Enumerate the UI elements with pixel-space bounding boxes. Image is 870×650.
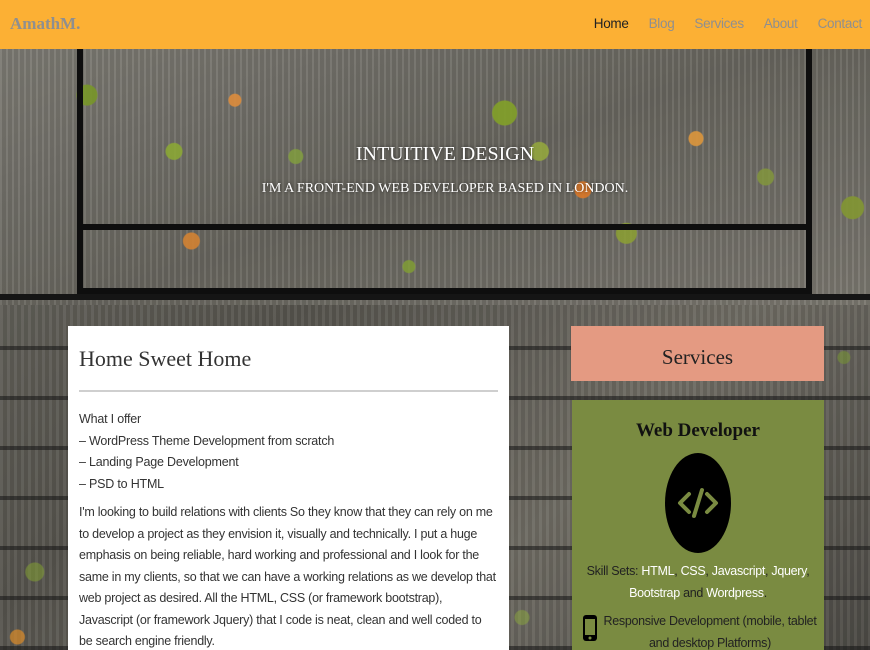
- skill-link[interactable]: HTML: [641, 564, 674, 578]
- intro-paragraph: I'm looking to build relations with clie…: [79, 505, 496, 648]
- main-content-card: Home Sweet Home What I offer – WordPress…: [68, 326, 509, 650]
- offer-item: – Landing Page Development: [79, 455, 239, 469]
- nav-link-blog[interactable]: Blog: [649, 16, 675, 31]
- main-nav: Home Blog Services About Contact: [574, 16, 863, 31]
- skill-link[interactable]: Javascript: [712, 564, 766, 578]
- offer-item: – WordPress Theme Development from scrat…: [79, 433, 335, 448]
- skill-link[interactable]: Jquery: [771, 564, 806, 578]
- offer-list: – WordPress Theme Development from scrat…: [79, 431, 498, 496]
- hero-bottom-edge: [0, 294, 870, 300]
- nav-link-about[interactable]: About: [764, 16, 798, 31]
- services-heading: Services: [571, 326, 824, 381]
- responsive-dev-text: Responsive Development (mobile, tablet a…: [603, 614, 817, 650]
- top-navbar: AmathM. Home Blog Services About Contact: [0, 0, 870, 49]
- nav-link-home[interactable]: Home: [594, 16, 629, 31]
- web-developer-card: Web Developer Skill Sets: HTML, CSS, Jav…: [572, 400, 824, 650]
- skill-link[interactable]: Wordpress: [706, 586, 764, 600]
- responsive-dev-row: Responsive Development (mobile, tablet a…: [572, 611, 824, 650]
- page-title: Home Sweet Home: [79, 346, 252, 371]
- skills-label: Skill Sets:: [586, 564, 639, 578]
- hero-divider: [83, 224, 806, 230]
- nav-link-services[interactable]: Services: [694, 16, 744, 31]
- code-icon: [665, 453, 731, 553]
- mobile-phone-icon: [583, 615, 597, 641]
- skill-link[interactable]: CSS: [681, 564, 706, 578]
- brand-logo[interactable]: AmathM.: [10, 14, 80, 34]
- hero-banner: INTUITIVE DESIGN I'M A FRONT-END WEB DEV…: [0, 49, 870, 305]
- skill-link[interactable]: Bootstrap: [629, 586, 680, 600]
- hero-title: INTUITIVE DESIGN: [355, 143, 535, 165]
- nav-link-contact[interactable]: Contact: [818, 16, 863, 31]
- offer-heading: What I offer: [79, 412, 141, 426]
- card-title: Web Developer: [635, 420, 760, 441]
- offer-item: – PSD to HTML: [79, 476, 164, 491]
- title-divider: [79, 390, 498, 392]
- hero-subtitle: I'M A FRONT-END WEB DEVELOPER BASED IN L…: [261, 181, 629, 196]
- skill-sets: Skill Sets: HTML, CSS, Javascript, Jquer…: [586, 564, 810, 600]
- hero-frame: [77, 49, 812, 294]
- skills-and: and: [683, 585, 704, 600]
